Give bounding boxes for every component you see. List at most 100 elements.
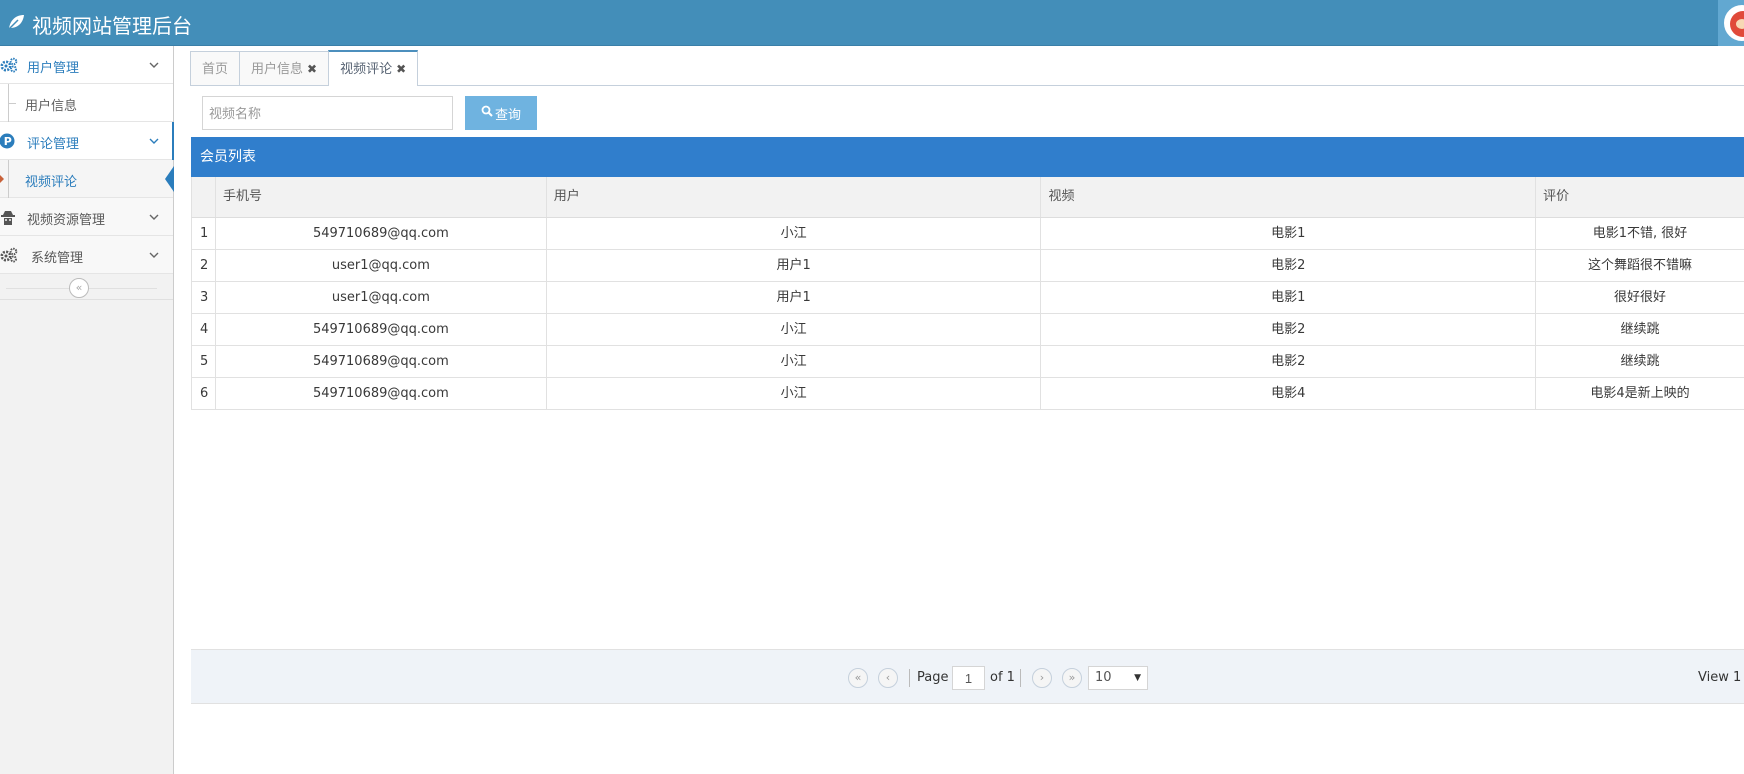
grid-header: 手机号 用户 视频 评价 [191,177,1744,218]
tree-dash [8,103,16,104]
search-button-label: 查询 [494,107,521,123]
cell-comment: 电影4是新上映的 [1590,386,1690,401]
column-header-phone[interactable]: 手机号 [216,177,547,217]
svg-text:P: P [4,135,12,148]
cell-video: 电影4 [1041,378,1537,409]
cell-user: 小江 [547,314,1042,345]
cell-video: 电影2 [1041,250,1537,281]
column-header-user[interactable]: 用户 [547,177,1042,217]
sidebar-item-video-resources[interactable]: 视频资源管理 [0,198,173,236]
tab-home[interactable]: 首页 [190,51,241,86]
column-header-rownum [192,177,216,217]
tab-video-comments[interactable]: 视频评论 ✖ [328,50,419,86]
page-label: Page [917,670,949,685]
sidebar-item-label: 视频资源管理 [27,213,106,228]
cell-user: 小江 [547,218,1042,249]
chevron-down-icon [148,249,160,261]
cell-video: 电影2 [1041,314,1537,345]
row-number: 6 [192,378,216,409]
cell-phone: 549710689@qq.com [216,314,547,345]
search-button[interactable]: 查询 [465,96,537,130]
leaf-icon [6,12,26,37]
table-row[interactable]: 1 549710689@qq.com 小江 电影1 电影1不错, 很好 [191,218,1744,250]
pager: « ‹ Page of 1 › » 10 ▼ View 1 - 6 of 6 [191,649,1744,704]
cell-comment: 电影1不错, 很好 [1592,226,1688,241]
table-row[interactable]: 3 user1@qq.com 用户1 电影1 很好很好 [191,282,1744,314]
sidebar-item-label: 系统管理 [31,251,84,266]
avatar[interactable] [1724,5,1744,41]
app-title: 视频网站管理后台 [32,14,192,38]
table-row[interactable]: 5 549710689@qq.com 小江 电影2 继续跳 [191,346,1744,378]
tab-label: 用户信息 [251,61,304,77]
column-header-comment[interactable]: 评价 [1536,177,1744,217]
sidebar-item-label: 用户信息 [25,99,78,114]
top-navbar: 视频网站管理后台 [0,0,1744,46]
grid-body: 1 549710689@qq.com 小江 电影1 电影1不错, 很好 2 us… [191,218,1744,410]
column-header-video[interactable]: 视频 [1041,177,1537,217]
cell-user: 小江 [547,346,1042,377]
tree-line [8,160,9,198]
rows-per-page-select[interactable]: 10 ▼ [1088,666,1148,690]
cell-phone: 549710689@qq.com [216,346,547,377]
cogs-icon [0,57,18,73]
grid-caption: 会员列表 [191,137,1744,177]
tab-label: 首页 [202,61,229,77]
tab-bar: 首页 用户信息 ✖ 视频评论 ✖ [190,50,419,86]
caret-right-icon [0,175,4,183]
close-icon[interactable]: ✖ [307,53,317,86]
row-number: 4 [192,314,216,345]
table-row[interactable]: 6 549710689@qq.com 小江 电影4 电影4是新上映的 [191,378,1744,410]
sidebar-collapse: « [0,274,173,300]
video-name-search-input[interactable] [202,96,453,130]
user-menu[interactable] [1718,0,1744,46]
rows-per-page-value: 10 [1095,670,1112,685]
cell-comment: 继续跳 [1620,322,1660,337]
p-badge-icon: P [0,133,18,149]
brand[interactable]: 视频网站管理后台 [6,10,192,39]
spy-icon [0,209,18,225]
cogs-icon [0,247,18,263]
close-icon[interactable]: ✖ [396,53,406,86]
first-page-icon[interactable]: « [848,668,868,688]
sidebar-item-user-info[interactable]: 用户信息 [0,84,173,122]
pager-separator [909,669,910,687]
sidebar-item-label: 用户管理 [27,61,80,76]
pager-separator [1020,669,1021,687]
cell-video: 电影2 [1041,346,1537,377]
tab-user-info[interactable]: 用户信息 ✖ [239,51,330,86]
sidebar-item-comment-management[interactable]: P 评论管理 [0,122,174,160]
cell-user: 用户1 [547,282,1042,313]
cell-video: 电影1 [1041,218,1537,249]
cell-comment: 继续跳 [1620,354,1660,369]
sidebar-item-system-management[interactable]: 系统管理 [0,236,173,274]
sidebar-item-user-management[interactable]: 用户管理 [0,46,173,84]
table-row[interactable]: 2 user1@qq.com 用户1 电影2 这个舞蹈很不错嘛 [191,250,1744,282]
row-number: 3 [192,282,216,313]
tab-bar-border [190,85,1744,86]
cell-user: 小江 [547,378,1042,409]
row-number: 5 [192,346,216,377]
table-row[interactable]: 4 549710689@qq.com 小江 电影2 继续跳 [191,314,1744,346]
cell-comment: 很好很好 [1614,290,1667,305]
page-number-input[interactable] [952,666,985,690]
sidebar-item-label: 评论管理 [27,137,80,152]
search-icon [481,105,493,121]
prev-page-icon[interactable]: ‹ [878,668,898,688]
sidebar-item-video-comments[interactable]: 视频评论 [0,160,174,198]
sidebar-item-label: 视频评论 [25,175,78,190]
cell-comment: 这个舞蹈很不错嘛 [1588,258,1693,273]
page-count-label: of 1 [990,670,1015,685]
last-page-icon[interactable]: » [1062,668,1082,688]
active-indicator [165,166,174,192]
double-angle-left-icon[interactable]: « [69,278,89,298]
row-number: 1 [192,218,216,249]
next-page-icon[interactable]: › [1032,668,1052,688]
cell-phone: 549710689@qq.com [216,378,547,409]
chevron-down-icon [148,135,160,147]
tab-label: 视频评论 [340,61,393,77]
chevron-down-icon [148,211,160,223]
cell-phone: user1@qq.com [216,250,547,281]
row-number: 2 [192,250,216,281]
caret-down-icon: ▼ [1134,673,1141,683]
chevron-down-icon [148,59,160,71]
